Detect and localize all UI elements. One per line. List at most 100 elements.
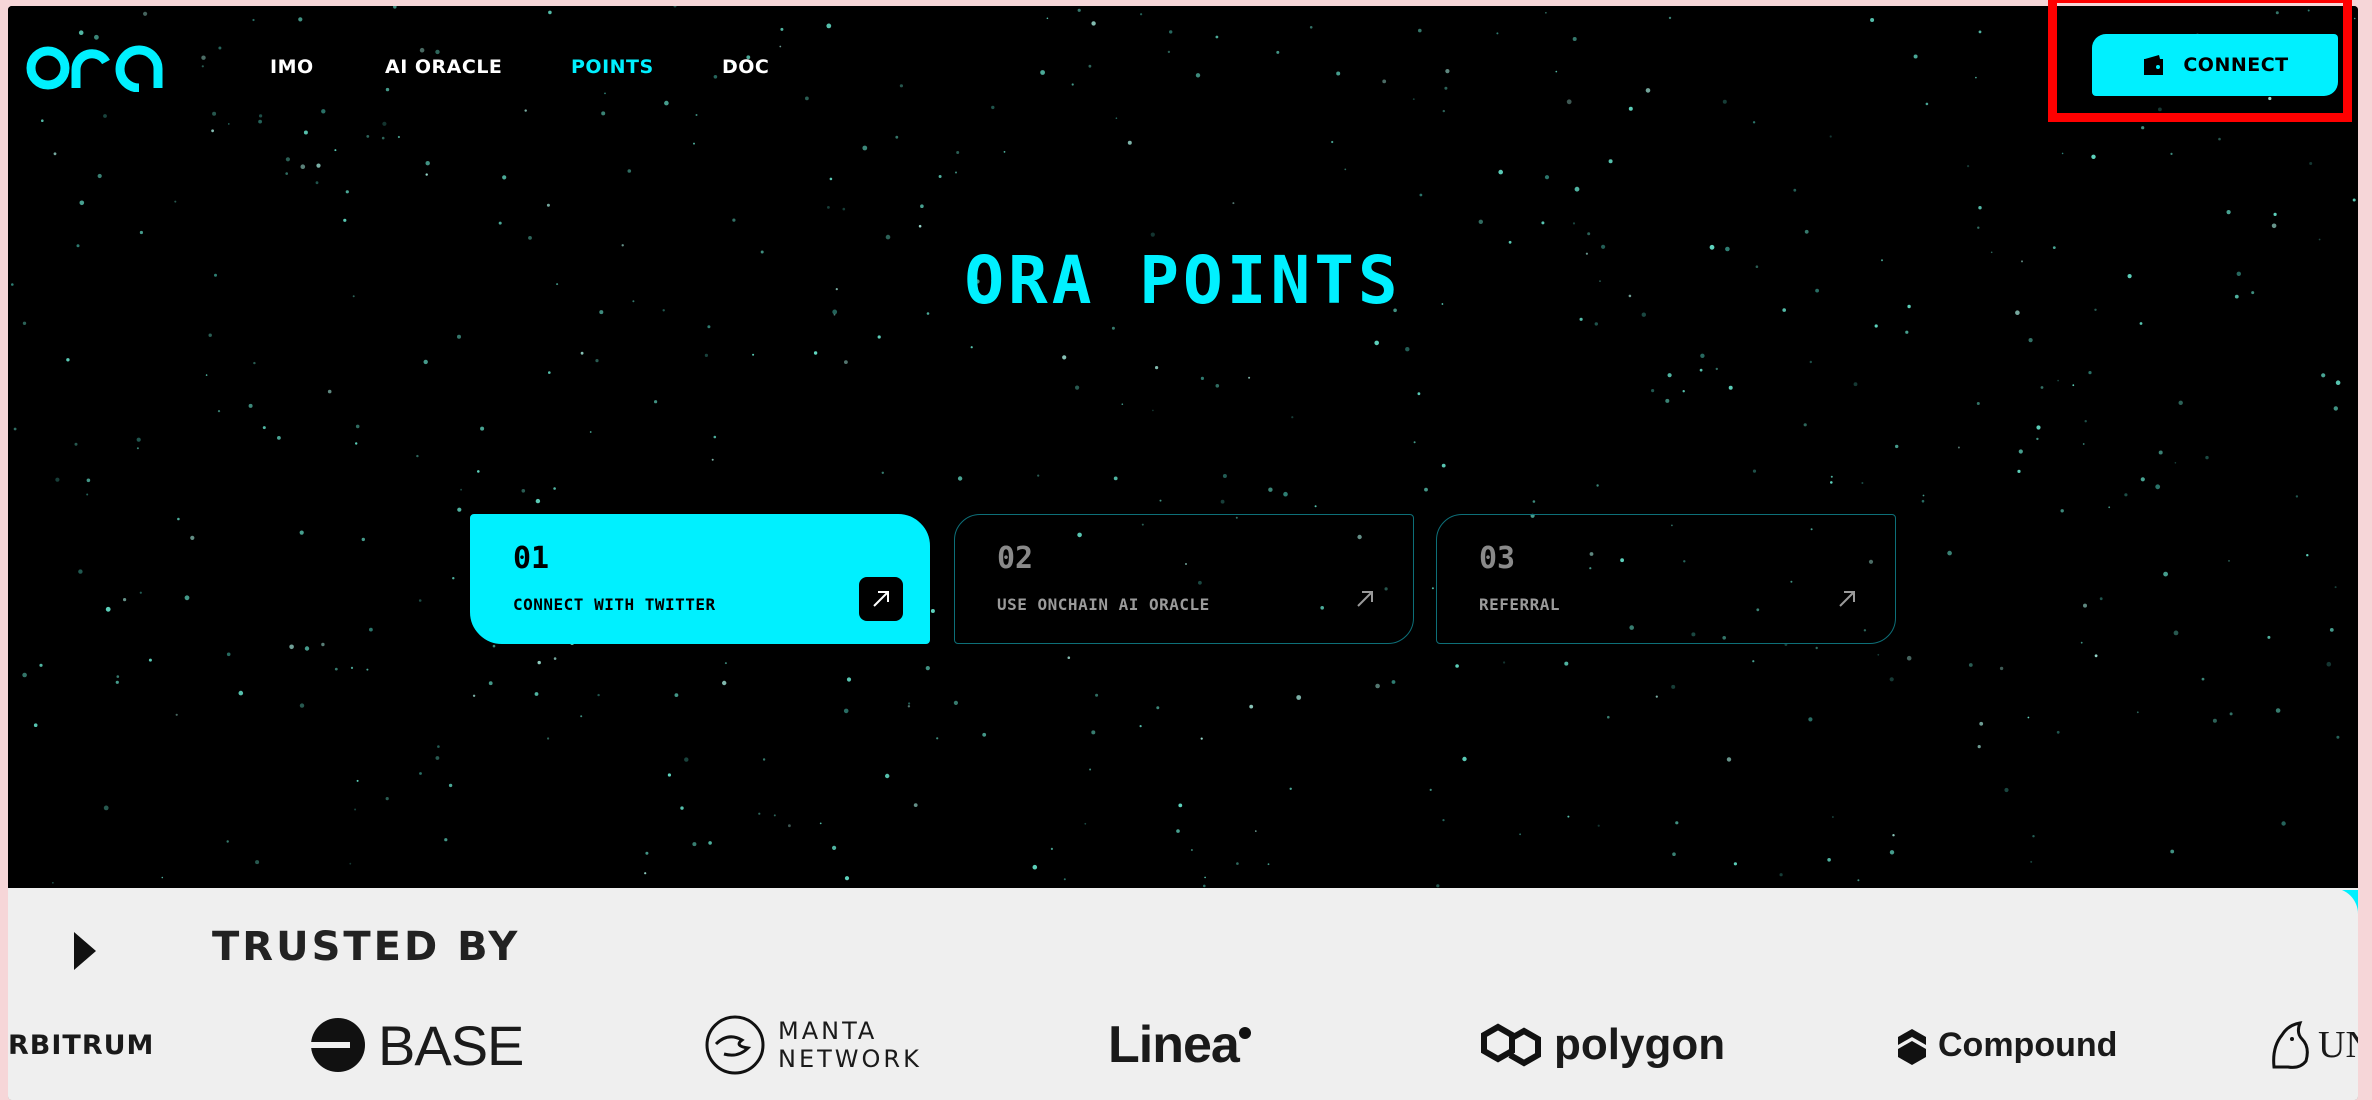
star [1413,441,1416,444]
star [2139,322,2143,325]
star [1178,803,1183,808]
star [2028,338,2033,343]
star [895,135,899,139]
partner-polygon: polygon [1478,1010,1725,1080]
play-icon[interactable] [72,930,98,972]
star [1419,193,1423,197]
star [175,713,178,716]
step-number: 01 [513,541,550,576]
partner-label: Linea [1108,1016,1240,1074]
star [1417,392,1421,396]
star [762,758,766,761]
star [321,109,326,114]
nav-imo[interactable]: IMO [270,56,314,78]
star [2352,198,2356,202]
star [2170,849,2175,854]
partner-linea: Linea [1108,1010,1253,1080]
star [713,435,717,439]
star [2218,137,2221,141]
star [862,145,868,151]
star [277,436,281,440]
star [1331,140,1334,144]
star [1541,221,1545,225]
star [1672,852,1676,856]
star [248,403,253,408]
star [255,860,260,865]
star [425,161,430,166]
star [1503,661,1506,664]
star [369,627,373,632]
nav-points[interactable]: POINTS [571,56,654,78]
star [1046,17,1049,20]
star [1829,135,1832,138]
step-card-twitter[interactable]: 01 CONNECT WITH TWITTER [470,514,930,644]
star [366,668,369,671]
star [724,662,727,665]
star [707,325,711,329]
star [2056,730,2060,734]
star [2273,212,2277,216]
star [1699,368,1703,372]
star [385,87,390,92]
star [2084,420,2087,423]
star [1220,499,1225,504]
linea-dot-icon [1238,1027,1251,1039]
star [435,756,440,760]
star [2309,162,2313,165]
star [66,358,70,362]
star [327,389,332,394]
star [1442,109,1446,113]
star [692,842,697,847]
star [1544,175,1550,180]
star [604,92,606,95]
star [1200,376,1204,380]
star [1922,494,1925,497]
nav-ai-oracle[interactable]: AI ORACLE [385,56,502,78]
star [920,204,924,208]
star [2057,379,2059,382]
step-label: CONNECT WITH TWITTER [513,595,716,614]
star [548,371,551,374]
star [423,359,428,365]
star [1296,695,1302,700]
star [1111,326,1115,330]
ora-logo[interactable] [26,40,168,92]
star [680,806,684,810]
star [1455,664,1459,668]
star [2178,400,2183,405]
star [361,537,365,542]
trusted-by-title: TRUSTED BY [212,924,521,970]
star [2281,821,2286,826]
star [262,426,266,430]
star [2295,495,2299,498]
step-card-referral[interactable]: 03 REFERRAL [1436,514,1896,644]
star [693,142,695,145]
star [425,173,428,176]
star [1050,847,1053,851]
star [321,642,325,647]
step-number: 02 [997,541,1034,576]
star [356,779,359,782]
star [1889,850,1895,855]
star [885,234,891,240]
star [842,207,846,211]
star [1752,469,1757,473]
star [1155,366,1159,370]
star [345,190,349,194]
starfield-background [11,6,2356,888]
star [1255,830,1257,832]
star [502,175,507,180]
star [885,773,890,779]
star [1564,661,1569,666]
star [2275,708,2281,713]
star [472,694,476,697]
nav-doc[interactable]: DOC [722,56,769,78]
step-card-ai-oracle[interactable]: 02 USE ONCHAIN AI ORACLE [954,514,1414,644]
star [1190,849,1193,851]
star [936,737,939,740]
star [13,427,17,431]
star [908,702,911,705]
star [2040,386,2044,389]
step-label: USE ONCHAIN AI ORACLE [997,595,1210,614]
star [2201,677,2205,681]
